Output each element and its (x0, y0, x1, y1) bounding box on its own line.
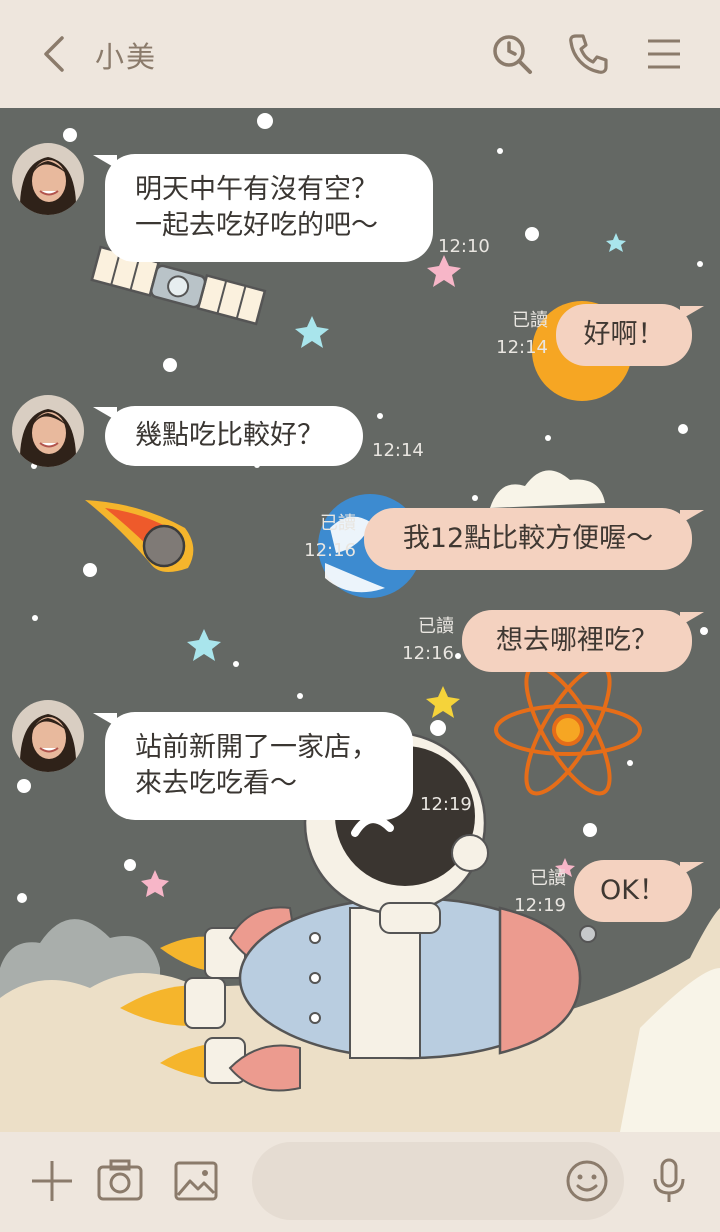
emoji-icon[interactable] (563, 1157, 611, 1205)
chat-title[interactable]: 小美 (95, 34, 157, 76)
search-history-icon[interactable] (488, 30, 536, 78)
message-composer (0, 1132, 720, 1232)
read-receipt: 已讀 (418, 616, 454, 637)
menu-icon[interactable] (640, 30, 688, 78)
read-receipt: 已讀 (320, 513, 356, 534)
contact-avatar[interactable] (12, 143, 84, 215)
camera-icon[interactable] (96, 1157, 144, 1205)
message-bubble-outgoing[interactable]: 想去哪裡吃？ (462, 610, 692, 672)
message-bubble-incoming[interactable]: 明天中午有沒有空？ 一起去吃好吃的吧～ (105, 154, 433, 262)
plus-icon[interactable] (28, 1157, 76, 1205)
message-bubble-incoming[interactable]: 站前新開了一家店， 來去吃吃看～ (105, 712, 413, 820)
read-receipt: 已讀 (530, 868, 566, 889)
message-time: 12:10 (438, 236, 490, 257)
message-bubble-incoming[interactable]: 幾點吃比較好？ (105, 406, 363, 466)
message-time: 12:19 (514, 895, 566, 916)
message-list[interactable]: 明天中午有沒有空？ 一起去吃好吃的吧～ 12:10 已讀 12:14 好啊！ 幾… (0, 108, 720, 1132)
contact-avatar[interactable] (12, 700, 84, 772)
message-time: 12:14 (496, 337, 548, 358)
image-icon[interactable] (172, 1157, 220, 1205)
bubble-tail (680, 612, 704, 626)
message-time: 12:16 (304, 540, 356, 561)
atom-icon (494, 664, 642, 796)
bubble-tail (680, 306, 704, 320)
read-receipt: 已讀 (512, 310, 548, 331)
contact-avatar[interactable] (12, 395, 84, 467)
avatar-photo (12, 700, 84, 772)
back-chevron-icon[interactable] (34, 30, 78, 78)
message-time: 12:14 (372, 440, 424, 461)
avatar-photo (12, 395, 84, 467)
message-bubble-outgoing[interactable]: 我12點比較方便喔～ (364, 508, 692, 570)
phone-icon[interactable] (563, 30, 611, 78)
bubble-tail (680, 862, 704, 876)
meteor-icon (85, 500, 194, 572)
bubble-tail (680, 510, 704, 524)
message-time: 12:19 (420, 794, 472, 815)
chat-screen: 小美 明天中午有沒有空？ 一起去吃好吃的吧～ 12:10 已讀 12:14 好啊… (0, 0, 720, 1232)
message-bubble-outgoing[interactable]: OK！ (574, 860, 692, 922)
message-time: 12:16 (402, 643, 454, 664)
microphone-icon[interactable] (645, 1157, 693, 1205)
chat-header: 小美 (0, 0, 720, 108)
message-bubble-outgoing[interactable]: 好啊！ (556, 304, 692, 366)
avatar-photo (12, 143, 84, 215)
